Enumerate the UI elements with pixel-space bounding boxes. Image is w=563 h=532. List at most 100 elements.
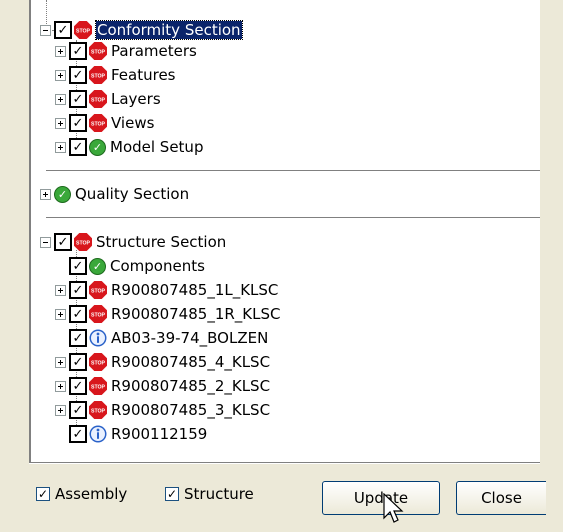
node-label[interactable]: R900807485_4_KLSC xyxy=(111,353,270,371)
tree-node[interactable]: ✓ ✓ Model Setup xyxy=(55,136,203,158)
tree-node[interactable]: ✓ STOP R900807485_2_KLSC xyxy=(55,375,270,397)
stop-icon: STOP xyxy=(89,353,107,371)
node-checkbox[interactable]: ✓ xyxy=(69,281,87,299)
tree-node[interactable]: ✓ ✓ Components xyxy=(55,255,205,277)
expand-icon[interactable] xyxy=(40,188,51,200)
tree-node[interactable]: ✓ R900112159 xyxy=(55,423,207,445)
tree-node[interactable]: ✓ STOP R900807485_3_KLSC xyxy=(55,399,270,421)
divider xyxy=(29,463,549,464)
node-label[interactable]: Quality Section xyxy=(75,185,189,203)
expand-icon[interactable] xyxy=(55,308,66,320)
node-label[interactable]: R900807485_1R_KLSC xyxy=(111,305,280,323)
node-label[interactable]: Parameters xyxy=(111,42,197,60)
tree-node-structure[interactable]: ✓ STOP Structure Section xyxy=(40,231,226,253)
close-button-label: Close xyxy=(481,489,522,507)
checkbox-box[interactable]: ✓ xyxy=(165,487,179,501)
node-label[interactable]: R900807485_1L_KLSC xyxy=(111,281,278,299)
node-label[interactable]: Model Setup xyxy=(110,138,203,156)
stop-icon: STOP xyxy=(89,42,107,60)
tree-node[interactable]: ✓ STOP R900807485_1L_KLSC xyxy=(55,279,278,301)
svg-text:STOP: STOP xyxy=(91,409,106,415)
tree-node-quality[interactable]: ✓ Quality Section xyxy=(40,183,189,205)
stop-icon: STOP xyxy=(89,90,107,108)
node-checkbox[interactable]: ✓ xyxy=(69,257,87,275)
node-checkbox[interactable]: ✓ xyxy=(69,353,87,371)
svg-text:STOP: STOP xyxy=(91,289,106,295)
tree-node[interactable]: ✓ STOP Layers xyxy=(55,88,161,110)
stop-icon: STOP xyxy=(89,281,107,299)
assembly-checkbox[interactable]: ✓ Assembly xyxy=(36,485,127,503)
node-label[interactable]: Features xyxy=(111,66,176,84)
tree-node[interactable]: ✓ STOP Parameters xyxy=(55,40,197,62)
svg-text:STOP: STOP xyxy=(91,74,106,80)
node-checkbox[interactable]: ✓ xyxy=(69,90,87,108)
svg-text:STOP: STOP xyxy=(91,361,106,367)
collapse-icon[interactable] xyxy=(40,236,51,248)
check-ok-icon: ✓ xyxy=(54,185,71,203)
close-button[interactable]: Close xyxy=(456,481,546,515)
node-checkbox[interactable]: ✓ xyxy=(69,66,87,84)
node-label[interactable]: Layers xyxy=(111,90,161,108)
node-checkbox[interactable]: ✓ xyxy=(54,21,72,39)
node-checkbox[interactable]: ✓ xyxy=(69,138,87,156)
section-separator xyxy=(46,170,540,171)
node-label[interactable]: R900807485_2_KLSC xyxy=(111,377,270,395)
checkbox-box[interactable]: ✓ xyxy=(36,487,50,501)
node-checkbox[interactable]: ✓ xyxy=(54,233,72,251)
expand-icon[interactable] xyxy=(55,284,66,296)
node-label[interactable]: Components xyxy=(110,257,205,275)
svg-text:STOP: STOP xyxy=(76,29,91,35)
svg-text:STOP: STOP xyxy=(76,241,91,247)
stop-icon: STOP xyxy=(89,66,107,84)
svg-text:STOP: STOP xyxy=(91,50,106,56)
window-edge xyxy=(540,0,563,532)
check-ok-icon: ✓ xyxy=(89,138,106,156)
node-label[interactable]: R900807485_3_KLSC xyxy=(111,401,270,419)
stop-icon: STOP xyxy=(89,114,107,132)
expand-icon[interactable] xyxy=(55,45,66,57)
stop-icon: STOP xyxy=(74,21,92,39)
stop-icon: STOP xyxy=(89,401,107,419)
collapse-icon[interactable] xyxy=(40,24,51,36)
tree-panel: ✓ STOP Conformity Section ✓ STOP Paramet… xyxy=(0,0,540,462)
node-checkbox[interactable]: ✓ xyxy=(69,305,87,323)
info-icon xyxy=(89,425,107,443)
stop-icon: STOP xyxy=(89,305,107,323)
info-icon xyxy=(89,329,107,347)
tree-node[interactable]: ✓ STOP Features xyxy=(55,64,176,86)
expand-icon[interactable] xyxy=(55,380,66,392)
node-checkbox[interactable]: ✓ xyxy=(69,401,87,419)
tree-node[interactable]: ✓ STOP R900807485_1R_KLSC xyxy=(55,303,280,325)
tree-node[interactable]: ✓ AB03-39-74_BOLZEN xyxy=(55,327,268,349)
expand-icon[interactable] xyxy=(55,69,66,81)
structure-label: Structure xyxy=(184,485,254,503)
node-label[interactable]: R900112159 xyxy=(111,425,207,443)
node-label[interactable]: Views xyxy=(111,114,154,132)
node-checkbox[interactable]: ✓ xyxy=(69,425,87,443)
expand-icon[interactable] xyxy=(55,117,66,129)
stop-icon: STOP xyxy=(89,377,107,395)
node-label[interactable]: AB03-39-74_BOLZEN xyxy=(111,329,268,347)
svg-text:STOP: STOP xyxy=(91,385,106,391)
update-button[interactable]: Update xyxy=(322,481,440,515)
expand-icon[interactable] xyxy=(55,356,66,368)
expand-icon[interactable] xyxy=(55,404,66,416)
tree-node[interactable]: ✓ STOP R900807485_4_KLSC xyxy=(55,351,270,373)
tree-node-conformity[interactable]: ✓ STOP Conformity Section xyxy=(40,19,243,41)
structure-checkbox[interactable]: ✓ Structure xyxy=(165,485,254,503)
section-separator xyxy=(46,217,540,218)
svg-text:STOP: STOP xyxy=(91,313,106,319)
expand-icon[interactable] xyxy=(55,141,66,153)
stop-icon: STOP xyxy=(74,233,92,251)
node-label[interactable]: Structure Section xyxy=(96,233,226,251)
expand-icon[interactable] xyxy=(55,93,66,105)
node-checkbox[interactable]: ✓ xyxy=(69,42,87,60)
tree-node[interactable]: ✓ STOP Views xyxy=(55,112,154,134)
node-checkbox[interactable]: ✓ xyxy=(69,329,87,347)
check-ok-icon: ✓ xyxy=(89,257,106,275)
assembly-label: Assembly xyxy=(55,485,128,503)
node-checkbox[interactable]: ✓ xyxy=(69,114,87,132)
panel-frame xyxy=(29,0,32,462)
node-checkbox[interactable]: ✓ xyxy=(69,377,87,395)
node-label[interactable]: Conformity Section xyxy=(95,20,243,40)
